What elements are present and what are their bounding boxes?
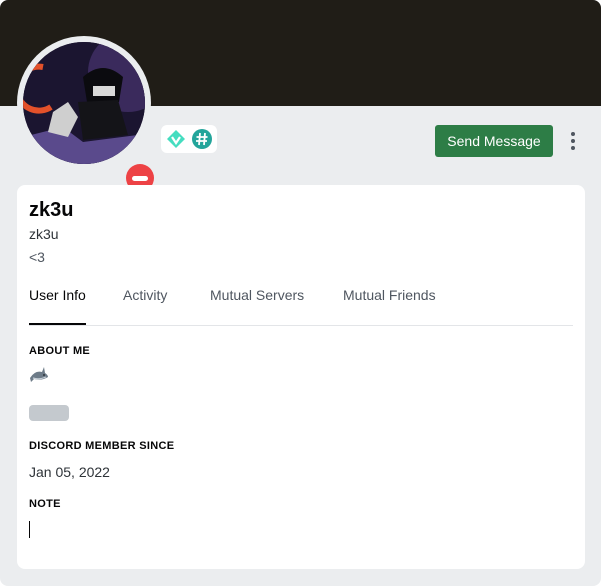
note-input[interactable] bbox=[27, 519, 571, 541]
shark-icon bbox=[29, 365, 49, 385]
about-me-placeholder bbox=[29, 405, 69, 421]
user-profile-modal: Send Message zk3u zk3u <3 User Info Acti… bbox=[0, 0, 601, 586]
member-since-heading: DISCORD MEMBER SINCE bbox=[29, 440, 175, 452]
tab-activity[interactable]: Activity bbox=[123, 287, 167, 325]
tab-user-info[interactable]: User Info bbox=[29, 287, 86, 325]
custom-status: <3 bbox=[29, 249, 45, 265]
about-me-heading: ABOUT ME bbox=[29, 345, 91, 357]
hypesquad-balance-icon[interactable] bbox=[165, 128, 187, 150]
note-heading: NOTE bbox=[29, 498, 61, 510]
avatar-frame bbox=[17, 36, 160, 198]
avatar[interactable] bbox=[23, 42, 145, 164]
username: zk3u bbox=[29, 226, 59, 242]
display-name: zk3u bbox=[29, 199, 74, 221]
profile-card: zk3u zk3u <3 User Info Activity Mutual S… bbox=[17, 185, 585, 569]
member-since-date: Jan 05, 2022 bbox=[29, 464, 110, 480]
tab-mutual-servers[interactable]: Mutual Servers bbox=[210, 287, 304, 325]
tab-mutual-friends[interactable]: Mutual Friends bbox=[343, 287, 436, 325]
send-message-button[interactable]: Send Message bbox=[435, 125, 553, 157]
profile-tabs: User Info Activity Mutual Servers Mutual… bbox=[29, 287, 573, 326]
more-options-icon[interactable] bbox=[563, 128, 583, 154]
badge-list bbox=[161, 125, 217, 153]
avatar-image bbox=[23, 42, 145, 164]
text-cursor bbox=[29, 521, 30, 538]
hashtag-badge-icon[interactable] bbox=[191, 128, 213, 150]
